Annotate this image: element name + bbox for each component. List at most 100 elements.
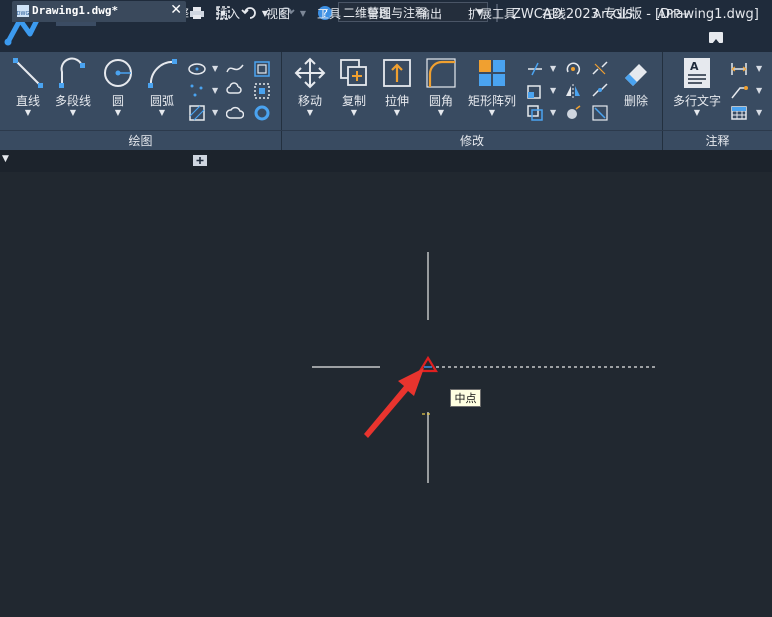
fillet-label: 圆角 — [428, 94, 453, 108]
revision-cloud-icon[interactable] — [226, 82, 244, 100]
polyline-button[interactable]: 多段线 ▼ — [50, 56, 96, 117]
donut-icon[interactable] — [253, 104, 271, 122]
tab-app-plus[interactable]: APP+ — [652, 2, 696, 26]
ribbon-minimize-button[interactable] — [709, 32, 723, 44]
rectangular-array-label: 矩形阵列 — [467, 94, 516, 108]
arc-button[interactable]: 圆弧 ▼ — [142, 56, 182, 117]
mtext-label: 多行文字 — [672, 94, 721, 108]
panel-title-annotation: 注释 — [663, 132, 772, 150]
chevron-down-icon[interactable]: ▼ — [550, 86, 556, 95]
tab-tools[interactable]: 工具 — [309, 2, 349, 26]
stretch-label: 拉伸 — [384, 94, 409, 108]
tab-manage[interactable]: 管理 — [359, 2, 399, 26]
panel-title-modify: 修改 — [282, 132, 662, 150]
chevron-down-icon[interactable]: ▼ — [756, 108, 762, 117]
chevron-down-icon[interactable]: ▼ — [756, 86, 762, 95]
chevron-down-icon: ▼ — [693, 108, 701, 117]
copy-button[interactable]: 复制 ▼ — [336, 56, 372, 117]
rectangle-icon[interactable] — [253, 60, 271, 78]
svg-text:A: A — [690, 60, 699, 73]
fillet-icon — [426, 58, 456, 88]
point-icon[interactable] — [188, 82, 206, 100]
fillet-button[interactable]: 圆角 ▼ — [423, 56, 459, 117]
rectangular-array-icon — [479, 60, 505, 86]
mtext-icon: A — [684, 58, 710, 88]
cloud-icon[interactable] — [226, 104, 244, 122]
new-tab-button[interactable] — [192, 153, 210, 168]
tab-arcgis[interactable]: ArcGIS — [588, 2, 638, 26]
offset-icon[interactable] — [526, 104, 544, 122]
chamfer-icon[interactable] — [591, 104, 609, 122]
trim-icon[interactable] — [526, 60, 544, 78]
table-icon[interactable] — [730, 104, 748, 122]
mirror-icon[interactable] — [564, 82, 582, 100]
tab-online[interactable]: 在线 — [534, 2, 574, 26]
chevron-down-icon: ▼ — [437, 108, 445, 117]
chevron-down-icon[interactable]: ▼ — [212, 64, 218, 73]
copy-icon — [340, 59, 367, 86]
chevron-down-icon: ▼ — [158, 108, 166, 117]
tab-extension-tools[interactable]: 扩展工具 — [462, 2, 522, 26]
circle-label: 圆 — [111, 94, 124, 108]
snap-tooltip: 中点 — [450, 389, 481, 407]
document-tab[interactable]: DWG Drawing1.dwg* ✕ — [12, 1, 186, 22]
panel-title-divider — [0, 130, 772, 131]
move-button[interactable]: 移动 ▼ — [292, 56, 328, 117]
chevron-down-icon: ▼ — [488, 108, 496, 117]
tab-view[interactable]: 视图 — [258, 2, 298, 26]
chevron-down-icon: ▼ — [24, 108, 32, 117]
join-icon[interactable] — [591, 82, 609, 100]
erase-label: 删除 — [623, 94, 648, 108]
chevron-down-icon[interactable]: ▼ — [212, 108, 218, 117]
chevron-down-icon: ▼ — [114, 108, 122, 117]
chevron-down-icon[interactable]: ▼ — [550, 64, 556, 73]
circle-button[interactable]: 圆 ▼ — [100, 56, 136, 117]
eraser-icon — [625, 64, 647, 86]
svg-text:DWG: DWG — [17, 11, 30, 17]
explode-icon[interactable] — [564, 104, 582, 122]
tab-output[interactable]: 输出 — [410, 2, 450, 26]
chevron-down-icon[interactable]: ▼ — [550, 108, 556, 117]
document-tab-name: Drawing1.dwg* — [32, 4, 119, 17]
chevron-down-icon: ▼ — [350, 108, 358, 117]
new-tab-icon — [193, 155, 207, 166]
scale-icon[interactable] — [526, 82, 544, 100]
ribbon-tab-bar — [54, 26, 772, 52]
dwg-file-icon: DWG — [17, 5, 30, 17]
redo-dropdown-icon[interactable]: ▼ — [298, 4, 308, 22]
rectangular-array-button[interactable]: 矩形阵列 ▼ — [466, 56, 518, 117]
ellipse-icon[interactable] — [188, 60, 206, 78]
line-button[interactable]: 直线 ▼ — [8, 56, 48, 117]
chevron-down-icon: ▼ — [393, 108, 401, 117]
stretch-icon — [383, 59, 411, 87]
document-tab-bar — [0, 150, 772, 172]
polyline-label: 多段线 — [54, 94, 91, 108]
caret-up-icon — [712, 39, 720, 44]
tab-insert[interactable]: 插入 — [208, 2, 248, 26]
polyline-icon — [59, 57, 85, 88]
stretch-button[interactable]: 拉伸 ▼ — [379, 56, 415, 117]
drawing-canvas[interactable] — [0, 172, 772, 613]
spline-icon[interactable] — [226, 60, 244, 78]
hatch-icon[interactable] — [188, 104, 206, 122]
chevron-down-icon: ▼ — [306, 108, 314, 117]
boundary-icon[interactable] — [253, 82, 271, 100]
close-icon[interactable]: ✕ — [170, 2, 182, 18]
rotate-icon[interactable] — [564, 60, 582, 78]
linear-dimension-icon[interactable] — [730, 60, 748, 78]
line-label: 直线 — [15, 94, 40, 108]
break-icon[interactable] — [591, 60, 609, 78]
erase-button[interactable]: 删除 — [618, 56, 654, 109]
mtext-button[interactable]: A 多行文字 ▼ — [670, 56, 724, 117]
leader-icon[interactable] — [730, 82, 748, 100]
chevron-down-icon[interactable]: ▼ — [756, 64, 762, 73]
line-icon — [13, 58, 43, 88]
pointer-arrow-icon — [364, 368, 424, 438]
move-label: 移动 — [297, 94, 322, 108]
arc-label: 圆弧 — [149, 94, 174, 108]
copy-label: 复制 — [341, 94, 366, 108]
tab-list-dropdown-icon[interactable]: ▼ — [2, 154, 9, 164]
circle-icon — [104, 59, 132, 87]
chevron-down-icon[interactable]: ▼ — [212, 86, 218, 95]
panel-title-draw: 绘图 — [0, 132, 281, 150]
